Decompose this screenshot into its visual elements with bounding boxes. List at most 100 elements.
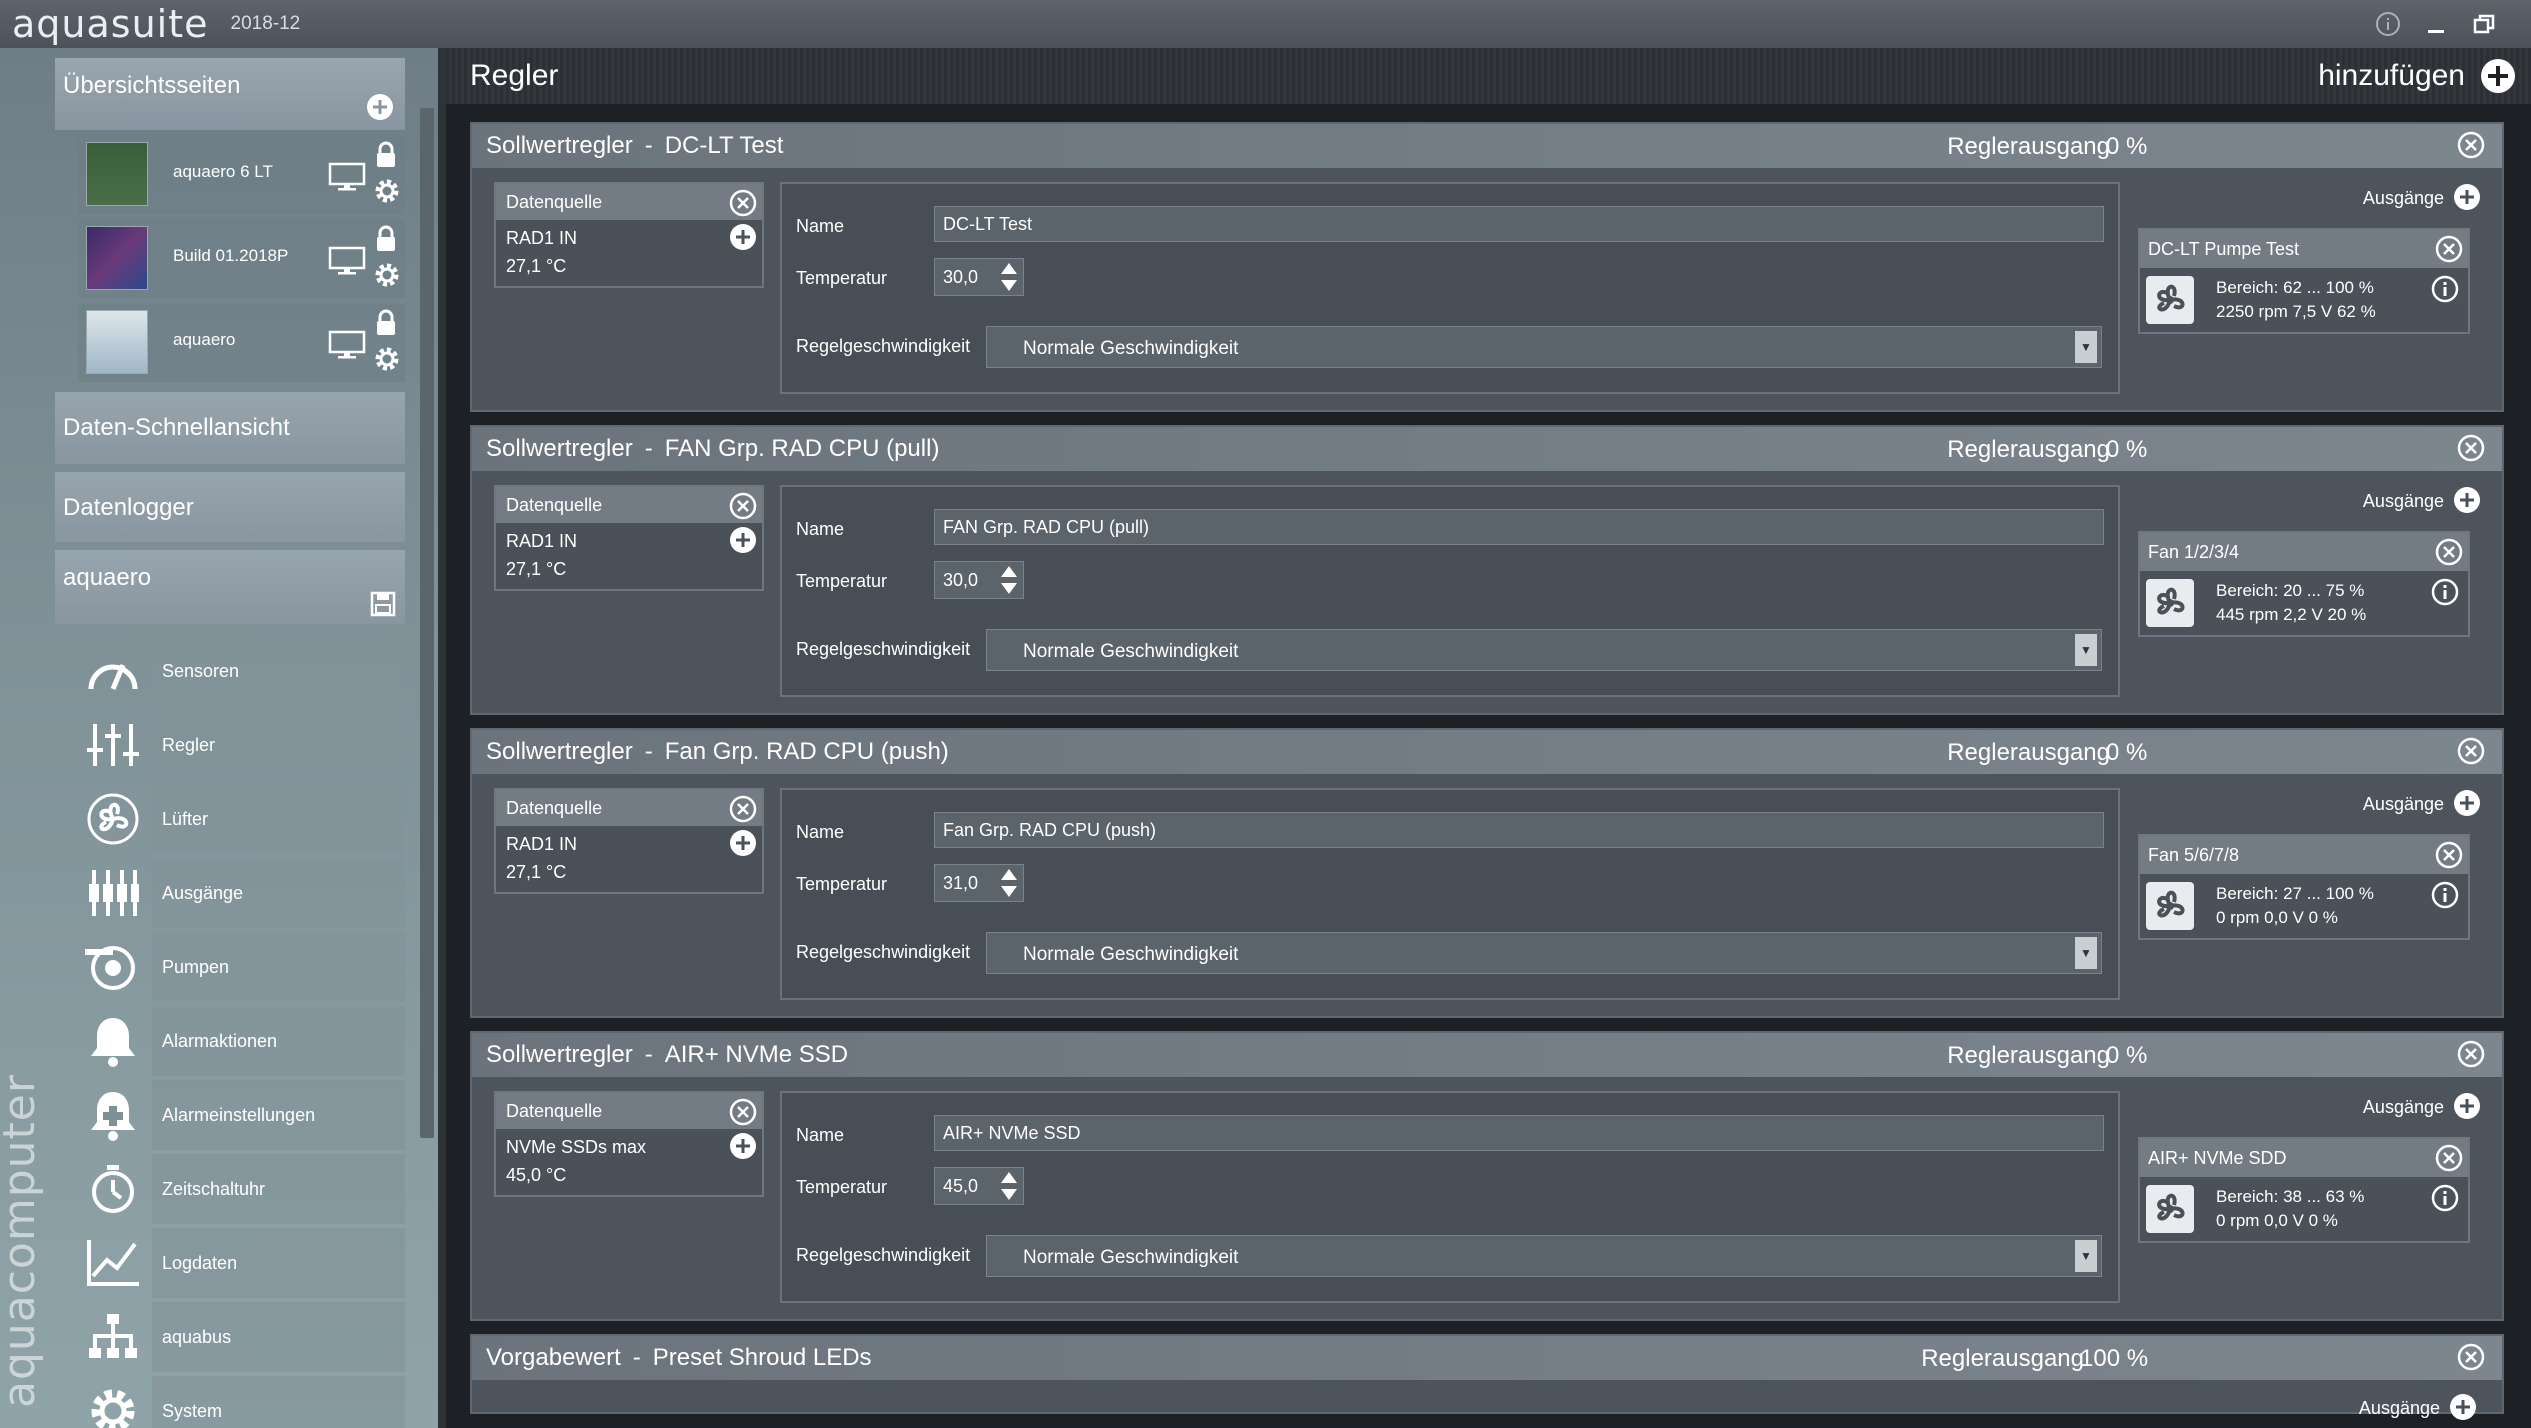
overview-page-item[interactable]: aquaero 6 LT xyxy=(78,136,405,214)
add-datasource-icon[interactable] xyxy=(728,1131,758,1161)
name-input[interactable]: AIR+ NVMe SSD xyxy=(934,1115,2104,1151)
sidebar-item-system[interactable]: System xyxy=(78,1376,405,1428)
remove-output-icon[interactable] xyxy=(2434,234,2464,264)
info-icon[interactable] xyxy=(2430,577,2460,607)
sidebar-item-alarmaktionen[interactable]: Alarmaktionen xyxy=(78,1006,405,1076)
gear-icon[interactable] xyxy=(372,260,402,290)
chevron-down-icon[interactable]: ▼ xyxy=(2075,937,2097,969)
sidebar-item-ausgänge[interactable]: Ausgänge xyxy=(78,858,405,928)
stepper-arrows-icon[interactable] xyxy=(999,1170,1019,1202)
quick-view-item[interactable]: Daten-Schnellansicht xyxy=(55,392,405,464)
output-range: Bereich: 27 ... 100 % xyxy=(2216,884,2374,903)
controller-header[interactable]: Sollwertregler - Fan Grp. RAD CPU (push) Re… xyxy=(472,730,2502,774)
add-controller-button[interactable]: hinzufügen xyxy=(2318,57,2517,95)
add-datasource-icon[interactable] xyxy=(728,222,758,252)
name-input[interactable]: Fan Grp. RAD CPU (push) xyxy=(934,812,2104,848)
controller-type: Sollwertregler xyxy=(486,132,633,159)
sidebar-item-pumpen[interactable]: Pumpen xyxy=(78,932,405,1002)
controller-header[interactable]: Sollwertregler - DC-LT Test Reglerausgang 0 … xyxy=(472,124,2502,168)
lock-icon[interactable] xyxy=(372,140,400,170)
datasource-name[interactable]: RAD1 IN xyxy=(506,531,577,551)
remove-controller-icon[interactable] xyxy=(2456,736,2486,766)
speed-select[interactable]: Normale Geschwindigkeit ▼ xyxy=(986,932,2102,974)
sidebar-item-aquabus[interactable]: aquabus xyxy=(78,1302,405,1372)
temperature-stepper[interactable]: 45,0 xyxy=(934,1167,1024,1205)
lock-icon[interactable] xyxy=(372,224,400,254)
restore-icon[interactable] xyxy=(2466,6,2502,42)
remove-controller-icon[interactable] xyxy=(2456,433,2486,463)
save-icon[interactable] xyxy=(369,590,397,618)
datasource-name[interactable]: RAD1 IN xyxy=(506,228,577,248)
minimize-icon[interactable] xyxy=(2418,6,2454,42)
stepper-arrows-icon[interactable] xyxy=(999,867,1019,899)
chevron-down-icon[interactable]: ▼ xyxy=(2075,634,2097,666)
temperature-stepper[interactable]: 30,0 xyxy=(934,258,1024,296)
remove-controller-icon[interactable] xyxy=(2456,130,2486,160)
datalogger-item[interactable]: Datenlogger xyxy=(55,472,405,542)
sidebar-item-logdaten[interactable]: Logdaten xyxy=(78,1228,405,1298)
remove-controller-icon[interactable] xyxy=(2456,1039,2486,1069)
preset-name: Preset Shroud LEDs xyxy=(652,1344,872,1371)
stepper-arrows-icon[interactable] xyxy=(999,564,1019,596)
regler-output-label: Reglerausgang xyxy=(1947,1042,2110,1069)
info-icon[interactable] xyxy=(2430,880,2460,910)
sidebar-item-sensoren[interactable]: Sensoren xyxy=(78,636,405,706)
remove-datasource-icon[interactable] xyxy=(728,1097,758,1127)
datasource-name[interactable]: NVMe SSDs max xyxy=(506,1137,646,1157)
preset-header[interactable]: Vorgabewert - Preset Shroud LEDs Reglerausg… xyxy=(472,1336,2502,1380)
monitor-icon[interactable] xyxy=(328,330,366,360)
speed-select[interactable]: Normale Geschwindigkeit ▼ xyxy=(986,629,2102,671)
vertical-brand: aquacomputer xyxy=(0,1074,45,1408)
add-datasource-icon[interactable] xyxy=(728,525,758,555)
speed-select[interactable]: Normale Geschwindigkeit ▼ xyxy=(986,326,2102,368)
stepper-arrows-icon[interactable] xyxy=(999,261,1019,293)
monitor-icon[interactable] xyxy=(328,246,366,276)
sidebar-scrollbar[interactable] xyxy=(420,108,434,1138)
remove-output-icon[interactable] xyxy=(2434,840,2464,870)
sidebar-item-lüfter[interactable]: Lüfter xyxy=(78,784,405,854)
remove-output-icon[interactable] xyxy=(2434,1143,2464,1173)
chevron-down-icon[interactable]: ▼ xyxy=(2075,1240,2097,1272)
remove-preset-icon[interactable] xyxy=(2456,1342,2486,1372)
sidebar-item-regler[interactable]: Regler xyxy=(78,710,405,780)
chevron-down-icon[interactable]: ▼ xyxy=(2075,331,2097,363)
add-overview-icon[interactable] xyxy=(365,92,395,122)
page-thumbnail xyxy=(86,310,148,374)
name-input[interactable]: DC-LT Test xyxy=(934,206,2104,242)
add-output-icon[interactable] xyxy=(2452,1091,2482,1121)
chart-icon xyxy=(78,1228,148,1298)
datasource-name[interactable]: RAD1 IN xyxy=(506,834,577,854)
speed-select[interactable]: Normale Geschwindigkeit ▼ xyxy=(986,1235,2102,1277)
temperature-label: Temperatur xyxy=(796,268,888,288)
controller-header[interactable]: Sollwertregler - AIR+ NVMe SSD Reglerausgan… xyxy=(472,1033,2502,1077)
remove-datasource-icon[interactable] xyxy=(728,188,758,218)
add-datasource-icon[interactable] xyxy=(728,828,758,858)
monitor-icon[interactable] xyxy=(328,162,366,192)
lock-icon[interactable] xyxy=(372,308,400,338)
add-output-icon[interactable] xyxy=(2448,1392,2478,1422)
info-icon[interactable] xyxy=(2370,6,2406,42)
regler-output-label: Reglerausgang xyxy=(1947,133,2110,160)
overview-header[interactable]: Übersichtsseiten xyxy=(55,58,405,130)
info-icon[interactable] xyxy=(2430,1183,2460,1213)
controller-header[interactable]: Sollwertregler - FAN Grp. RAD CPU (pull) Re… xyxy=(472,427,2502,471)
name-input[interactable]: FAN Grp. RAD CPU (pull) xyxy=(934,509,2104,545)
temperature-stepper[interactable]: 31,0 xyxy=(934,864,1024,902)
add-output-icon[interactable] xyxy=(2452,788,2482,818)
device-header[interactable]: aquaero xyxy=(55,550,405,624)
add-output-icon[interactable] xyxy=(2452,485,2482,515)
sidebar-item-alarmeinstellungen[interactable]: Alarmeinstellungen xyxy=(78,1080,405,1150)
remove-datasource-icon[interactable] xyxy=(728,794,758,824)
speed-value: Normale Geschwindigkeit xyxy=(1023,1247,1239,1268)
add-output-icon[interactable] xyxy=(2452,182,2482,212)
info-icon[interactable] xyxy=(2430,274,2460,304)
remove-output-icon[interactable] xyxy=(2434,537,2464,567)
gear-icon[interactable] xyxy=(372,176,402,206)
temperature-stepper[interactable]: 30,0 xyxy=(934,561,1024,599)
overview-page-item[interactable]: Build 01.2018P xyxy=(78,220,405,298)
overview-page-item[interactable]: aquaero xyxy=(78,304,405,382)
sidebar-item-label: Lüfter xyxy=(152,784,405,854)
sidebar-item-zeitschaltuhr[interactable]: Zeitschaltuhr xyxy=(78,1154,405,1224)
remove-datasource-icon[interactable] xyxy=(728,491,758,521)
gear-icon[interactable] xyxy=(372,344,402,374)
